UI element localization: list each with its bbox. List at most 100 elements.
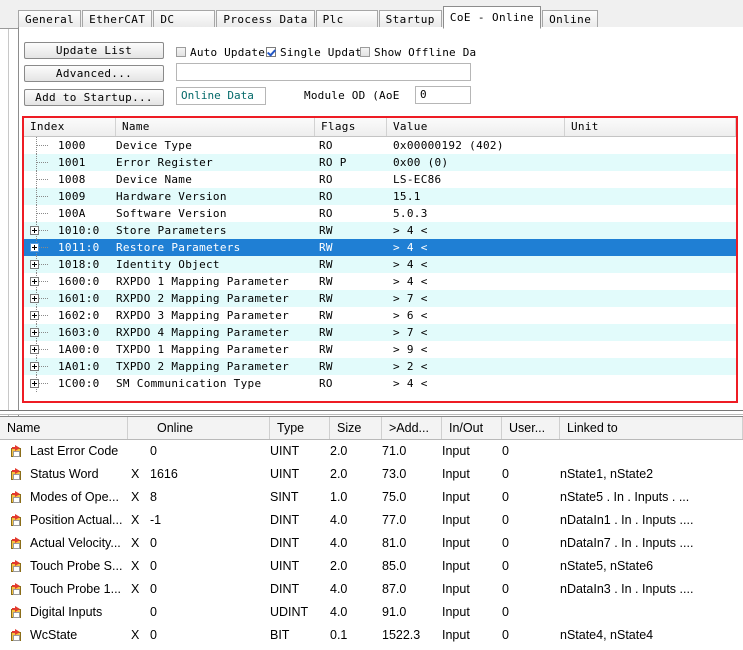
coe-grid-header: Index Name Flags Value Unit [24, 118, 736, 137]
variable-cell-user: 0 [502, 605, 509, 619]
tab-coe-online[interactable]: CoE - Online [442, 6, 542, 29]
coe-column-header-name[interactable]: Name [116, 118, 315, 136]
variable-cell-addr: 73.0 [382, 467, 407, 481]
add-to-startup-button[interactable]: Add to Startup... [24, 89, 164, 106]
show-offline-data-checkbox[interactable]: Show Offline Da [360, 45, 476, 59]
coe-cell-index: 1A00:0 [58, 343, 100, 356]
variable-row[interactable]: Last Error Code 0 UINT 2.0 71.0 Input 0 [0, 440, 743, 463]
variable-cell-online: 1616 [150, 467, 178, 481]
variable-column-header-linked-to[interactable]: Linked to [560, 417, 743, 439]
coe-cell-name: TXPDO 1 Mapping Parameter [116, 343, 290, 356]
variable-row[interactable]: Status Word X 1616 UINT 2.0 73.0 Input 0 nState1… [0, 463, 743, 486]
variable-row[interactable]: Digital Inputs 0 UDINT 4.0 91.0 Input 0 [0, 601, 743, 624]
coe-row[interactable]: 1000 Device Type RO 0x00000192 (402) [24, 137, 736, 154]
coe-cell-flags: RW [319, 275, 333, 288]
advanced-button[interactable]: Advanced... [24, 65, 164, 82]
coe-cell-unit [565, 290, 736, 307]
coe-row[interactable]: 1600:0 RXPDO 1 Mapping Parameter RW > 4 < [24, 273, 736, 290]
coe-cell-name: Software Version [116, 207, 227, 220]
variable-cell-type: DINT [270, 513, 300, 527]
variable-cell-name: Digital Inputs [30, 605, 103, 619]
coe-row[interactable]: 1001 Error Register RO P 0x00 (0) [24, 154, 736, 171]
coe-cell-value: 0x00000192 (402) [393, 139, 504, 152]
coe-cell-name: Error Register [116, 156, 213, 169]
checkbox-box-auto-update[interactable] [176, 47, 186, 57]
tab-process-data[interactable]: Process Data [216, 10, 315, 28]
tab-startup[interactable]: Startup [378, 10, 442, 28]
variable-cell-inout: Input [442, 536, 470, 550]
process-variable-grid[interactable]: Name Online Type Size >Add... In/Out User... Li… [0, 416, 743, 650]
coe-cell-index: 1000 [58, 139, 86, 152]
variable-cell-size: 4.0 [330, 536, 348, 550]
coe-cell-value: > 7 < [393, 292, 428, 305]
show-offline-label: Show Offline Da [374, 45, 477, 59]
coe-row[interactable]: 1009 Hardware Version RO 15.1 [24, 188, 736, 205]
aoe-port-input[interactable]: 0 [415, 86, 471, 104]
variable-cell-inout: Input [442, 490, 470, 504]
single-update-checkbox[interactable]: Single Updat [266, 45, 362, 59]
coe-column-header-index[interactable]: Index [24, 118, 116, 136]
filter-input[interactable] [176, 63, 471, 81]
tab-plc[interactable]: Plc [315, 10, 378, 28]
online-data-field[interactable]: Online Data [176, 87, 266, 105]
coe-cell-index: 100A [58, 207, 86, 220]
coe-cell-name: RXPDO 3 Mapping Parameter [116, 309, 290, 322]
coe-row[interactable]: 1008 Device Name RO LS-EC86 [24, 171, 736, 188]
coe-cell-flags: RO P [319, 156, 347, 169]
coe-cell-name: Store Parameters [116, 224, 227, 237]
variable-cell-size: 2.0 [330, 444, 348, 458]
coe-row[interactable]: 1011:0 Restore Parameters RW > 4 < [24, 239, 736, 256]
variable-column-header-user[interactable]: User... [502, 417, 560, 439]
variable-column-header-type[interactable]: Type [270, 417, 330, 439]
variable-grid-rows[interactable]: Last Error Code 0 UINT 2.0 71.0 Input 0 Status … [0, 440, 743, 650]
coe-row[interactable]: 1A00:0 TXPDO 1 Mapping Parameter RW > 9 < [24, 341, 736, 358]
variable-cell-addr: 75.0 [382, 490, 407, 504]
coe-cell-index: 1010:0 [58, 224, 100, 237]
coe-grid-rows[interactable]: 1000 Device Type RO 0x00000192 (402) 1001 Err… [24, 137, 736, 392]
variable-row[interactable]: Touch Probe 1... X 0 DINT 4.0 87.0 Input 0 nData… [0, 578, 743, 601]
tab-ethercat[interactable]: EtherCAT [82, 10, 153, 28]
variable-cell-x: X [131, 628, 140, 642]
variable-cell-addr: 87.0 [382, 582, 407, 596]
coe-row[interactable]: 100A Software Version RO 5.0.3 [24, 205, 736, 222]
auto-update-checkbox[interactable]: Auto Update [176, 45, 265, 59]
coe-column-header-unit[interactable]: Unit [565, 118, 736, 136]
checkbox-box-show-offline[interactable] [360, 47, 370, 57]
update-list-button[interactable]: Update List [24, 42, 164, 59]
coe-cell-name: RXPDO 4 Mapping Parameter [116, 326, 290, 339]
tab-online[interactable]: Online [542, 10, 599, 28]
variable-cell-type: UINT [270, 467, 300, 481]
grid-splitter[interactable] [0, 410, 743, 415]
tab-general[interactable]: General [18, 10, 82, 28]
coe-column-header-value[interactable]: Value [387, 118, 565, 136]
coe-cell-unit [565, 171, 736, 188]
variable-row[interactable]: Modes of Ope... X 8 SINT 1.0 75.0 Input 0 nState… [0, 486, 743, 509]
variable-column-header-in-out[interactable]: In/Out [442, 417, 502, 439]
tab-dc[interactable]: DC [153, 10, 216, 28]
variable-grid-header: Name Online Type Size >Add... In/Out User... Li… [0, 417, 743, 440]
variable-column-header-size[interactable]: Size [330, 417, 382, 439]
coe-object-dictionary-grid[interactable]: Index Name Flags Value Unit 1000 Device Type R… [24, 118, 736, 401]
variable-cell-user: 0 [502, 444, 509, 458]
coe-cell-index: 1603:0 [58, 326, 100, 339]
coe-row[interactable]: 1601:0 RXPDO 2 Mapping Parameter RW > 7 < [24, 290, 736, 307]
variable-column-header-add[interactable]: >Add... [382, 417, 442, 439]
coe-row[interactable]: 1018:0 Identity Object RW > 4 < [24, 256, 736, 273]
coe-column-header-flags[interactable]: Flags [315, 118, 387, 136]
checkbox-box-single-update[interactable] [266, 47, 276, 57]
coe-row[interactable]: 1A01:0 TXPDO 2 Mapping Parameter RW > 2 < [24, 358, 736, 375]
variable-row[interactable]: Position Actual... X -1 DINT 4.0 77.0 Input 0 nD… [0, 509, 743, 532]
coe-row[interactable]: 1010:0 Store Parameters RW > 4 < [24, 222, 736, 239]
coe-row[interactable]: 1603:0 RXPDO 4 Mapping Parameter RW > 7 < [24, 324, 736, 341]
variable-column-header-name[interactable]: Name [0, 417, 128, 439]
coe-cell-value: > 4 < [393, 241, 428, 254]
coe-row[interactable]: 1602:0 RXPDO 3 Mapping Parameter RW > 6 < [24, 307, 736, 324]
variable-column-header-online[interactable]: Online [150, 417, 270, 439]
variable-row[interactable]: Touch Probe S... X 0 UINT 2.0 85.0 Input 0 nStat… [0, 555, 743, 578]
variable-row[interactable]: Actual Velocity... X 0 DINT 4.0 81.0 Input 0 nDa… [0, 532, 743, 555]
coe-cell-name: SM Communication Type [116, 377, 262, 390]
coe-row[interactable]: 1C00:0 SM Communication Type RO > 4 < [24, 375, 736, 392]
variable-row[interactable]: WcState X 0 BIT 0.1 1522.3 Input 0 nState4, nSta… [0, 624, 743, 647]
coe-cell-value: > 4 < [393, 224, 428, 237]
single-update-label: Single Updat [280, 45, 362, 59]
